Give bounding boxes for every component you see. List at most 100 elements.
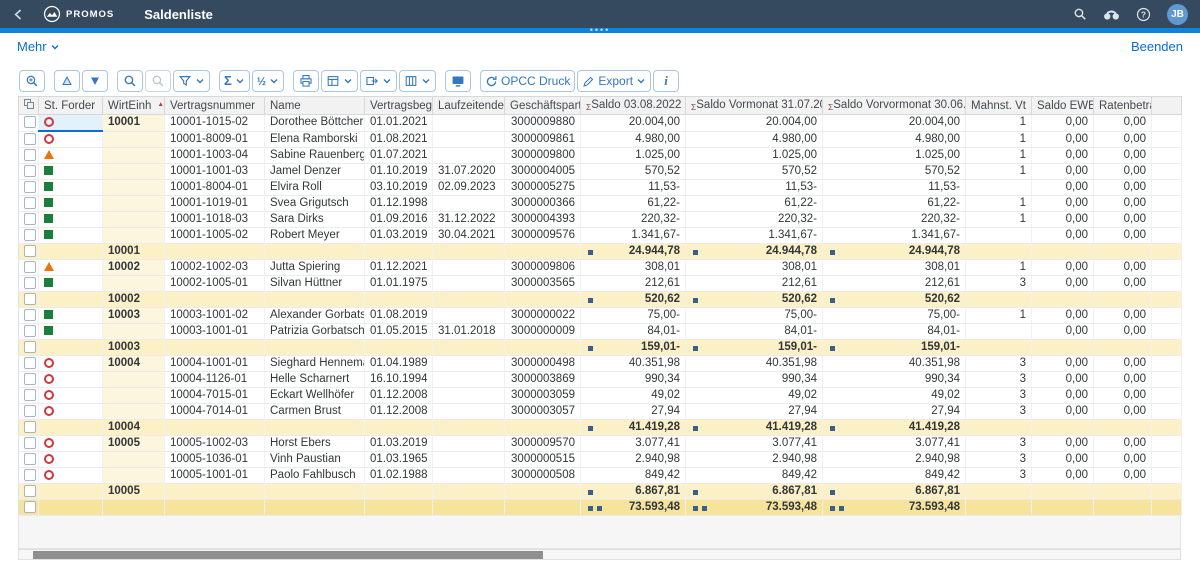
column-header-wirteinh[interactable]: WirtEinh▲ [103,97,165,115]
grand-total-row[interactable]: 73.593,4873.593,4873.593,48 [19,500,1182,516]
column-header-rate[interactable]: Ratenbetrag [1094,97,1152,115]
beenden-button[interactable]: Beenden [1131,39,1183,54]
table-row[interactable]: 10005-1001-01Paolo Fahlbusch01.02.198830… [19,468,1182,484]
row-checkbox[interactable] [24,325,36,337]
table-row[interactable]: 10001-1019-01Svea Grigutsch01.12.1998300… [19,196,1182,212]
ratenbetrag-cell: 0,00 [1094,468,1152,484]
column-header-ewb[interactable]: Saldo EWB [1032,97,1094,115]
filter-button[interactable] [173,70,210,92]
row-checkbox[interactable] [24,309,36,321]
row-checkbox[interactable] [24,469,36,481]
mahnstufe-cell: 3 [966,436,1032,452]
row-checkbox[interactable] [24,165,36,177]
table-row[interactable]: 10003-1001-01Patrizia Gorbatsch01.05.201… [19,324,1182,340]
column-header-beginn[interactable]: Vertragsbeginn [365,97,433,115]
table-row[interactable]: 10001-8009-01Elena Ramborski01.08.202130… [19,131,1182,148]
sum-button[interactable]: Σ [219,70,250,92]
table-row[interactable]: 1000110001-1015-02Dorothee Böttcher01.01… [19,115,1182,132]
column-header-mahnst[interactable]: Mahnst. Vt [966,97,1032,115]
saldo1-cell: 11,53- [581,180,686,196]
print-button[interactable] [293,70,319,92]
row-checkbox[interactable] [24,421,36,433]
row-checkbox[interactable] [24,261,36,273]
filler-cell [1152,292,1182,308]
row-checkbox[interactable] [24,197,36,209]
avatar[interactable]: JB [1167,4,1188,25]
column-header-ende[interactable]: Laufzeitende [433,97,505,115]
help-icon[interactable]: ? [1136,7,1151,22]
subtotal-row[interactable]: 10002520,62520,62520,62 [19,292,1182,308]
graphic-button[interactable] [445,70,471,92]
row-checkbox[interactable] [24,181,36,193]
table-row[interactable]: 10001-8004-01Elvira Roll03.10.201902.09.… [19,180,1182,196]
table-row[interactable]: 1000310003-1001-02Alexander Gorbatsch01.… [19,308,1182,324]
row-checkbox[interactable] [24,341,36,353]
row-checkbox[interactable] [24,116,36,128]
column-header-saldo2[interactable]: ΣSaldo Vormonat 31.07.2022 [686,97,823,115]
row-checkbox[interactable] [24,293,36,305]
subtotal-row[interactable]: 100056.867,816.867,816.867,81 [19,484,1182,500]
filler-cell [1152,131,1182,148]
sort-descending-button[interactable] [82,70,108,92]
row-checkbox[interactable] [24,437,36,449]
subtotal-row[interactable]: 10003159,01-159,01-159,01- [19,340,1182,356]
horizontal-scrollbar[interactable] [18,549,1181,560]
row-checkbox[interactable] [24,149,36,161]
name-cell: Eckart Wellhöfer [265,388,365,404]
table-row[interactable]: 1000510005-1002-03Horst Ebers01.03.20193… [19,436,1182,452]
empty-cell [1032,500,1094,516]
table-row[interactable]: 10004-1126-01Helle Scharnert16.10.199430… [19,372,1182,388]
subtotal-row[interactable]: 1000124.944,7824.944,7824.944,78 [19,244,1182,260]
details-button[interactable] [19,70,45,92]
row-checkbox[interactable] [24,357,36,369]
resize-grip-icon[interactable]: •••• [590,26,611,35]
mehr-menu[interactable]: Mehr [17,39,60,54]
find-button[interactable] [117,70,143,92]
row-checkbox[interactable] [24,245,36,257]
row-checkbox[interactable] [24,213,36,225]
status-cell [39,115,103,132]
column-header-saldo1[interactable]: ΣSaldo 03.08.2022 [581,97,686,115]
select-all-cell[interactable] [19,97,39,115]
saldo1-cell: 20.004,00 [581,115,686,132]
column-header-saldo3[interactable]: ΣSaldo Vorvormonat 30.06.2022 [823,97,966,115]
table-row[interactable]: 1000410004-1001-01Sieghard Hennemann01.0… [19,356,1182,372]
table-row[interactable]: 10001-1005-02Robert Meyer01.03.201930.04… [19,228,1182,244]
row-checkbox[interactable] [24,405,36,417]
column-header-vertrag[interactable]: Vertragsnummer [165,97,265,115]
table-row[interactable]: 10001-1001-03Jamel Denzer01.10.201931.07… [19,164,1182,180]
row-checkbox[interactable] [24,453,36,465]
table-row[interactable]: 10001-1003-04Sabine Rauenberg01.07.20213… [19,148,1182,164]
search-icon[interactable] [1073,7,1087,21]
sort-ascending-button[interactable] [54,70,80,92]
export-list-button[interactable] [360,70,397,92]
row-checkbox[interactable] [24,501,36,513]
back-button[interactable] [12,8,25,21]
column-header-name[interactable]: Name [265,97,365,115]
binoculars-icon[interactable] [1103,8,1120,21]
row-checkbox[interactable] [24,277,36,289]
opcc-druck-button[interactable]: OPCC Druck [480,70,575,92]
row-checkbox[interactable] [24,485,36,497]
column-header-partner[interactable]: Geschäftspartner [505,97,581,115]
row-checkbox[interactable] [24,133,36,145]
export-button[interactable]: Export [577,70,651,92]
row-checkbox[interactable] [24,373,36,385]
scrollbar-thumb[interactable] [33,551,543,559]
table-row[interactable]: 10004-7014-01Carmen Brust01.12.200830000… [19,404,1182,420]
row-checkbox[interactable] [24,229,36,241]
table-row[interactable]: 10002-1005-01Silvan Hüttner01.01.1975300… [19,276,1182,292]
table-row[interactable]: 10005-1036-01Vinh Paustian01.03.19653000… [19,452,1182,468]
table-row[interactable]: 1000210002-1002-03Jutta Spiering01.12.20… [19,260,1182,276]
find-next-button [145,70,171,92]
subtotal-button[interactable]: ½ [252,70,284,92]
layout-button[interactable] [399,70,436,92]
wirteinh-cell [103,131,165,148]
views-button[interactable] [321,70,358,92]
info-button[interactable]: i [653,70,679,92]
column-header-st[interactable]: St. Forder [39,97,103,115]
subtotal-row[interactable]: 1000441.419,2841.419,2841.419,28 [19,420,1182,436]
table-row[interactable]: 10004-7015-01Eckart Wellhöfer01.12.20083… [19,388,1182,404]
table-row[interactable]: 10001-1018-03Sara Dirks01.09.201631.12.2… [19,212,1182,228]
row-checkbox[interactable] [24,389,36,401]
